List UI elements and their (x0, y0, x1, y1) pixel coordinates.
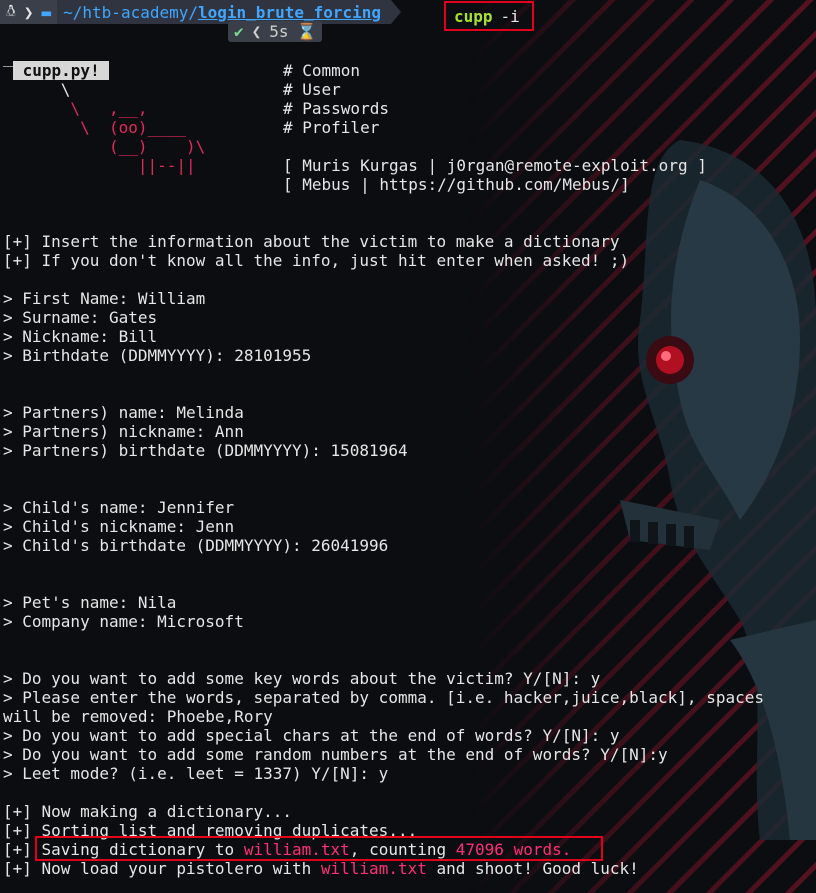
birthdate-line: > Birthdate (DDMMYYYY): 28101955 (3, 346, 312, 365)
banner-user: # User (283, 80, 341, 99)
banner-art-2: \ ,__, (3, 99, 148, 118)
child-birthdate-line: > Child's birthdate (DDMMYYYY): 26041996 (3, 536, 389, 555)
banner-passwords: # Passwords (283, 99, 389, 118)
surname-line: > Surname: Gates (3, 308, 158, 327)
terminal-output: __________ cupp.py! \ \ ,__, \ (oo)____ … (3, 0, 813, 878)
info-line-2: [+] If you don't know all the info, just… (3, 251, 630, 270)
load-suffix: and shoot! Good luck! (426, 859, 639, 878)
random-numbers-line: > Do you want to add some random numbers… (3, 745, 668, 764)
banner-art-5: ||--|| (3, 156, 196, 175)
banner-art-1: \ (3, 80, 71, 99)
load-filename: william.txt (320, 859, 427, 878)
child-nickname-line: > Child's nickname: Jenn (3, 517, 235, 536)
partner-birthdate-line: > Partners) birthdate (DDMMYYYY): 150819… (3, 441, 408, 460)
load-line: [+] Now load your pistolero with william… (3, 859, 639, 878)
special-chars-line: > Do you want to add special chars at th… (3, 726, 620, 745)
partner-name-line: > Partners) name: Melinda (3, 403, 244, 422)
banner-art-3: \ (oo)____ (3, 118, 187, 137)
keywords-value-line: will be removed: Phoebe,Rory (3, 707, 273, 726)
child-name-line: > Child's name: Jennifer (3, 498, 235, 517)
leet-mode-line: > Leet mode? (i.e. leet = 1337) Y/[N]: y (3, 764, 389, 783)
banner-author: [ Muris Kurgas | j0rgan@remote-exploit.o… (283, 156, 707, 175)
banner-art-4: (__) )\ (3, 137, 206, 156)
partner-nickname-line: > Partners) nickname: Ann (3, 422, 244, 441)
nickname-line: > Nickname: Bill (3, 327, 158, 346)
keywords-prompt-line: > Please enter the words, separated by c… (3, 688, 764, 707)
saving-highlight-box (35, 836, 603, 861)
load-prefix: [+] Now load your pistolero with (3, 859, 321, 878)
banner-profiler: # Profiler (283, 118, 380, 137)
making-dictionary-line: [+] Now making a dictionary... (3, 802, 292, 821)
banner-common: # Common (283, 61, 361, 80)
banner-title: cupp.py! (13, 61, 110, 80)
keywords-question-line: > Do you want to add some key words abou… (3, 669, 601, 688)
company-name-line: > Company name: Microsoft (3, 612, 244, 631)
first-name-line: > First Name: William (3, 289, 206, 308)
info-line-1: [+] Insert the information about the vic… (3, 232, 620, 251)
banner-github: [ Mebus | https://github.com/Mebus/] (283, 175, 630, 194)
pet-name-line: > Pet's name: Nila (3, 593, 177, 612)
